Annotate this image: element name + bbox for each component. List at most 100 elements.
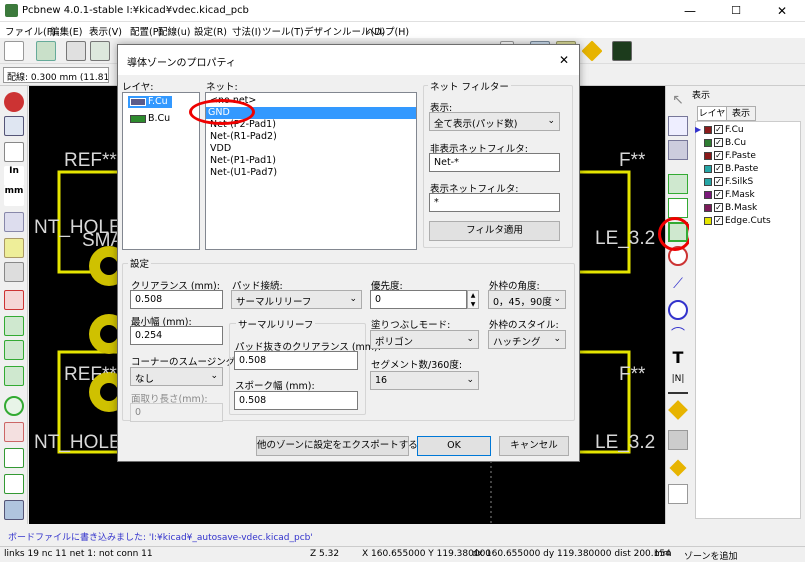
layer-row-f-cu[interactable]: ▶ ✓ F.Cu — [695, 125, 744, 137]
zone-outline-icon[interactable] — [4, 340, 24, 360]
layer-color-swatch[interactable] — [704, 190, 712, 199]
mm-units-icon[interactable]: mm — [4, 186, 24, 206]
add-line-icon[interactable]: ⟋ — [668, 276, 688, 296]
add-text-icon[interactable]: T — [668, 348, 688, 368]
delete-icon[interactable] — [668, 430, 688, 450]
menu-dimensions[interactable]: 寸法(I) — [232, 24, 261, 38]
layer-row-f-silks[interactable]: ✓ F.SilkS — [704, 177, 753, 189]
menu-edit[interactable]: 編集(E) — [50, 24, 82, 38]
cancel-button[interactable]: キャンセル — [499, 436, 569, 456]
chamfer-input[interactable]: 0 — [130, 403, 223, 422]
menu-preferences[interactable]: 設定(R) — [194, 24, 227, 38]
zone-fill-icon[interactable] — [4, 316, 24, 336]
open-board-icon[interactable] — [36, 41, 56, 61]
close-button[interactable]: ✕ — [759, 0, 805, 22]
apply-filter-button[interactable]: フィルタ適用 — [429, 221, 560, 241]
corner-smoothing-select[interactable]: なし ⌄ — [130, 367, 223, 386]
hidden-net-filter-input[interactable]: Net-* — [429, 153, 560, 172]
drc-off-icon[interactable] — [4, 92, 24, 112]
via-sketch-icon[interactable] — [4, 422, 24, 442]
segments-select[interactable]: 16 ⌄ — [370, 371, 479, 390]
layer-listbox[interactable]: F.Cu B.Cu — [122, 92, 200, 250]
layer-color-swatch[interactable] — [704, 216, 712, 225]
layer-row-b-paste[interactable]: ✓ B.Paste — [704, 164, 758, 176]
cursor-shape-icon[interactable] — [4, 212, 24, 232]
track-width-select[interactable]: 配線: 0.300 mm (11.81 mils) — [3, 67, 109, 83]
export-settings-button[interactable]: 他のゾーンに設定をエクスポートする — [256, 436, 418, 456]
layer-row-b-mask[interactable]: ✓ B.Mask — [704, 203, 757, 215]
drc-warning-icon[interactable] — [581, 40, 603, 62]
layer-row-f-paste[interactable]: ✓ F.Paste — [704, 151, 756, 163]
add-circle-icon[interactable] — [668, 300, 688, 320]
layer-option-f-cu[interactable]: F.Cu — [128, 96, 172, 108]
page-settings-icon[interactable] — [66, 41, 86, 61]
auto-delete-track-icon[interactable] — [4, 290, 24, 310]
layer-color-swatch[interactable] — [704, 203, 712, 212]
add-dimension-icon[interactable]: |N| — [668, 374, 688, 394]
menu-file[interactable]: ファイル(F) — [5, 24, 56, 38]
menu-tools[interactable]: ツール(T) — [262, 24, 304, 38]
layer-color-swatch[interactable] — [704, 164, 712, 173]
layer-visible-checkbox[interactable]: ✓ — [714, 177, 723, 186]
priority-input[interactable]: 0 — [370, 290, 467, 309]
track-sketch-icon[interactable] — [4, 448, 24, 468]
layer-visible-checkbox[interactable]: ✓ — [714, 190, 723, 199]
pad-sketch-icon[interactable] — [4, 396, 24, 416]
layer-visible-checkbox[interactable]: ✓ — [714, 151, 723, 160]
zone-sketch-icon[interactable] — [4, 366, 24, 386]
tab-render[interactable]: 表示 — [726, 106, 756, 121]
menu-help[interactable]: ヘルプ(H) — [366, 24, 409, 38]
menu-view[interactable]: 表示(V) — [89, 24, 122, 38]
set-drill-origin-icon[interactable] — [669, 459, 687, 477]
antipad-clearance-input[interactable]: 0.508 — [234, 351, 358, 370]
layer-color-swatch[interactable] — [704, 177, 712, 186]
inch-units-icon[interactable]: In — [4, 166, 24, 186]
shown-net-filter-input[interactable]: * — [429, 193, 560, 212]
new-board-icon[interactable] — [4, 41, 24, 61]
grid-origin-icon[interactable] — [668, 484, 688, 504]
high-contrast-icon[interactable] — [4, 474, 24, 494]
minimize-button[interactable]: — — [667, 0, 713, 22]
add-track-icon[interactable] — [668, 198, 688, 218]
add-target-icon[interactable] — [668, 400, 688, 420]
layer-visible-checkbox[interactable]: ✓ — [714, 138, 723, 147]
select-arrow-icon[interactable]: ↖ — [668, 92, 688, 112]
pad-connection-select[interactable]: サーマルリリーフ ⌄ — [231, 290, 362, 309]
net-option[interactable]: VDD — [208, 143, 231, 155]
layer-color-swatch[interactable] — [704, 125, 713, 134]
local-ratsnest-icon[interactable] — [668, 140, 688, 160]
clearance-input[interactable]: 0.508 — [130, 290, 223, 309]
spoke-width-input[interactable]: 0.508 — [234, 391, 358, 410]
layer-visible-checkbox[interactable]: ✓ — [714, 125, 724, 134]
polar-coords-icon[interactable] — [4, 142, 24, 162]
microwave-toolbar-icon[interactable] — [4, 500, 24, 520]
dialog-close-button[interactable]: ✕ — [559, 53, 569, 67]
maximize-button[interactable]: ☐ — [713, 0, 759, 22]
grid-icon[interactable] — [4, 116, 24, 136]
layer-option-b-cu[interactable]: B.Cu — [128, 113, 170, 125]
layer-visible-checkbox[interactable]: ✓ — [714, 216, 723, 225]
priority-spinner[interactable]: ▲ ▼ — [467, 290, 479, 309]
add-arc-icon[interactable]: ⌒ — [668, 324, 688, 344]
display-select[interactable]: 全て表示(パッド数) ⌄ — [429, 112, 560, 131]
net-option[interactable]: Net-(U1-Pad7) — [208, 167, 277, 179]
layer-row-b-cu[interactable]: ✓ B.Cu — [704, 138, 746, 150]
net-option[interactable]: Net-(R1-Pad2) — [208, 131, 277, 143]
layer-row-f-mask[interactable]: ✓ F.Mask — [704, 190, 755, 202]
save-icon[interactable] — [90, 41, 110, 61]
ok-button[interactable]: OK — [417, 436, 491, 456]
highlight-net-icon[interactable] — [668, 116, 688, 136]
module-ratsnest-icon[interactable] — [4, 262, 24, 282]
layer-visible-checkbox[interactable]: ✓ — [714, 203, 723, 212]
layer-color-swatch[interactable] — [704, 151, 712, 160]
menu-route[interactable]: 配線(u) — [158, 24, 190, 38]
scripting-console-icon[interactable] — [612, 41, 632, 61]
layer-color-swatch[interactable] — [704, 138, 712, 147]
net-option[interactable]: Net-(P1-Pad1) — [208, 155, 276, 167]
outline-angle-select[interactable]: 0，45，90度 ⌄ — [488, 290, 566, 309]
add-footprint-icon[interactable] — [668, 174, 688, 194]
layer-visible-checkbox[interactable]: ✓ — [714, 164, 723, 173]
outline-style-select[interactable]: ハッチング ⌄ — [488, 330, 566, 349]
ratsnest-icon[interactable] — [4, 238, 24, 258]
layer-row-edge-cuts[interactable]: ✓ Edge.Cuts — [704, 216, 771, 228]
